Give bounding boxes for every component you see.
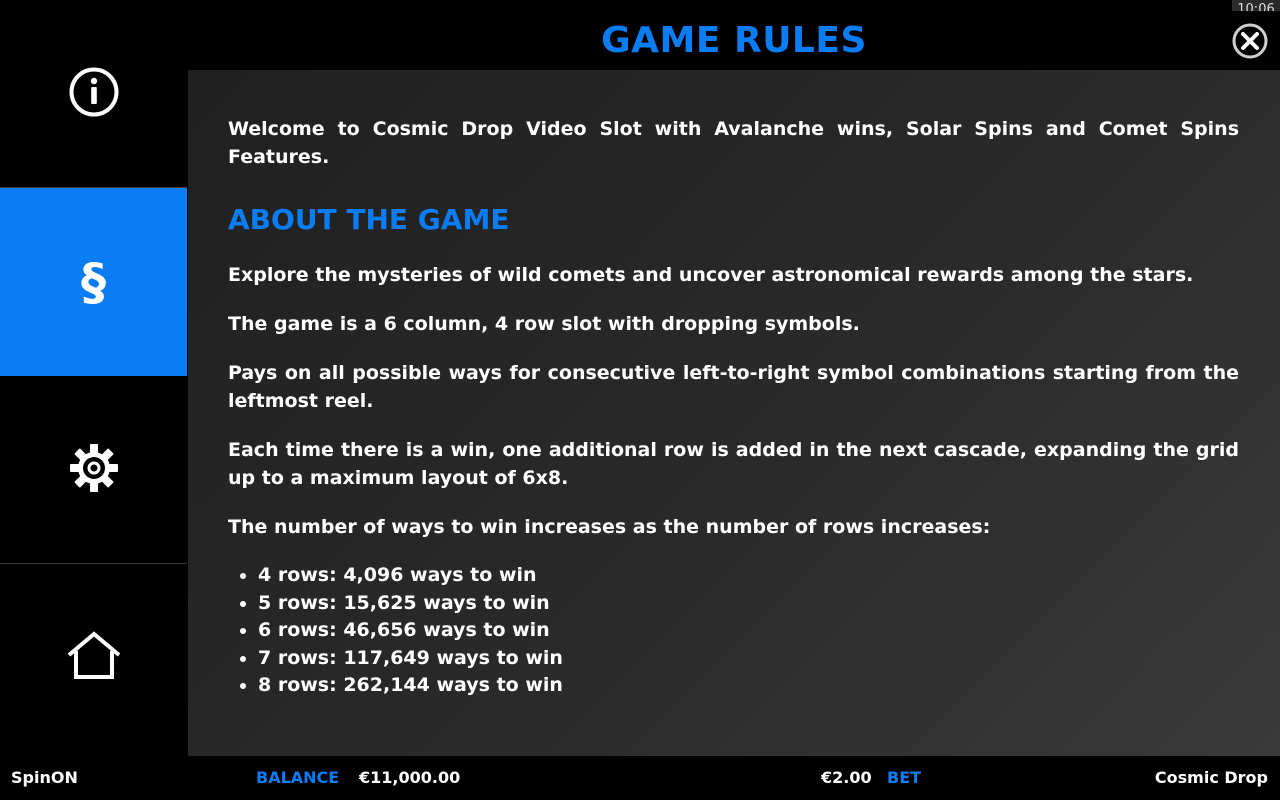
gear-icon bbox=[68, 442, 120, 498]
sidebar-item-settings[interactable] bbox=[0, 376, 187, 564]
sidebar-item-rules[interactable]: § bbox=[0, 188, 187, 376]
rules-paragraph: The number of ways to win increases as t… bbox=[228, 516, 991, 538]
close-button[interactable] bbox=[1232, 23, 1268, 59]
list-item: 4 rows: 4,096 ways to win bbox=[258, 562, 1239, 590]
rules-text: Welcome to Cosmic Drop Video Slot with A… bbox=[228, 115, 1239, 700]
info-icon bbox=[68, 66, 120, 122]
brand-logo: SpinON bbox=[11, 768, 78, 787]
bet-label: BET bbox=[887, 768, 922, 787]
rules-content[interactable]: Welcome to Cosmic Drop Video Slot with A… bbox=[188, 70, 1280, 756]
game-name: Cosmic Drop bbox=[1154, 768, 1268, 787]
bet-value: €2.00 bbox=[821, 768, 872, 787]
sidebar-item-info[interactable] bbox=[0, 0, 187, 188]
sidebar: § bbox=[0, 0, 187, 752]
list-item: 5 rows: 15,625 ways to win bbox=[258, 590, 1239, 618]
intro-paragraph: Welcome to Cosmic Drop Video Slot with A… bbox=[228, 118, 1239, 168]
list-item: 6 rows: 46,656 ways to win bbox=[258, 617, 1239, 645]
list-item: 7 rows: 117,649 ways to win bbox=[258, 645, 1239, 673]
sidebar-item-home[interactable] bbox=[0, 564, 187, 752]
home-icon bbox=[66, 631, 122, 685]
rules-paragraph: The game is a 6 column, 4 row slot with … bbox=[228, 313, 860, 335]
section-sign-icon: § bbox=[81, 252, 106, 311]
balance-label: BALANCE bbox=[256, 768, 340, 787]
balance-value: €11,000.00 bbox=[359, 768, 461, 787]
list-item: 8 rows: 262,144 ways to win bbox=[258, 672, 1239, 700]
close-icon bbox=[1232, 23, 1268, 63]
rules-paragraph: Pays on all possible ways for consecutiv… bbox=[228, 362, 1239, 412]
rules-paragraph: Each time there is a win, one additional… bbox=[228, 439, 1239, 489]
ways-to-win-list: 4 rows: 4,096 ways to win 5 rows: 15,625… bbox=[228, 562, 1239, 700]
page-title: GAME RULES bbox=[601, 20, 867, 61]
section-heading-about: ABOUT THE GAME bbox=[228, 203, 510, 236]
bottom-bar: SpinON BALANCE €11,000.00 €2.00 BET Cosm… bbox=[0, 756, 1280, 800]
header-bar: GAME RULES bbox=[188, 11, 1280, 70]
rules-paragraph: Explore the mysteries of wild comets and… bbox=[228, 264, 1194, 286]
